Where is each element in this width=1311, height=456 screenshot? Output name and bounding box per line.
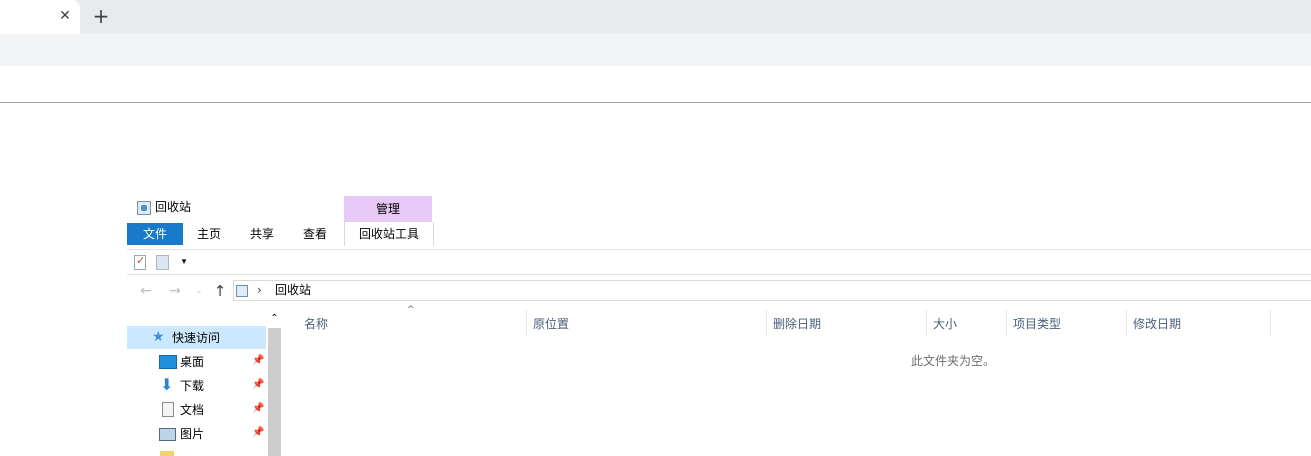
tab-view[interactable]: 查看 bbox=[294, 223, 336, 245]
column-divider[interactable] bbox=[1126, 310, 1127, 336]
sort-indicator-icon: ^ bbox=[407, 305, 415, 315]
column-header-original-location[interactable]: 原位置 bbox=[533, 316, 569, 332]
recycle-bin-icon bbox=[137, 201, 151, 215]
pin-icon[interactable]: 📌 bbox=[252, 379, 264, 390]
forward-button[interactable]: → bbox=[165, 282, 185, 300]
column-header-date-deleted[interactable]: 删除日期 bbox=[773, 316, 821, 332]
divider bbox=[127, 274, 1311, 275]
column-divider[interactable] bbox=[926, 310, 927, 336]
browser-toolbar bbox=[0, 34, 1311, 66]
tab-file[interactable]: 文件 bbox=[127, 223, 183, 245]
sidebar-item-label: 快速访问 bbox=[172, 331, 221, 345]
breadcrumb[interactable]: 回收站 bbox=[275, 282, 311, 299]
pin-icon[interactable]: 📌 bbox=[252, 403, 264, 414]
divider bbox=[127, 249, 1311, 250]
sidebar-item-documents[interactable]: 文档 bbox=[180, 402, 204, 418]
star-icon: ★ bbox=[152, 329, 165, 345]
column-header-name[interactable]: 名称 bbox=[304, 316, 328, 332]
breadcrumb-separator[interactable]: › bbox=[257, 282, 262, 299]
up-button[interactable]: ↑ bbox=[210, 282, 230, 300]
tab-home[interactable]: 主页 bbox=[188, 223, 230, 245]
column-divider[interactable] bbox=[766, 310, 767, 336]
column-divider[interactable] bbox=[526, 310, 527, 336]
desktop-icon bbox=[159, 355, 177, 369]
back-button[interactable]: ← bbox=[136, 282, 156, 300]
pin-icon[interactable]: 📌 bbox=[252, 355, 264, 366]
recycle-bin-icon bbox=[236, 285, 248, 297]
sidebar-item-pictures[interactable]: 图片 bbox=[180, 426, 204, 442]
contextual-tab-manage: 管理 bbox=[344, 196, 432, 222]
sidebar-item-downloads[interactable]: 下载 bbox=[180, 378, 204, 394]
download-icon: ⬇ bbox=[160, 375, 174, 394]
address-bar[interactable] bbox=[233, 280, 1311, 301]
customize-toolbar-dropdown[interactable]: ▾ bbox=[178, 254, 190, 270]
recent-locations-button[interactable]: ⌄ bbox=[192, 282, 206, 300]
pin-icon[interactable]: 📌 bbox=[252, 427, 264, 438]
tab-share[interactable]: 共享 bbox=[240, 223, 284, 245]
column-header-date-modified[interactable]: 修改日期 bbox=[1133, 316, 1181, 332]
column-divider[interactable] bbox=[1270, 310, 1271, 336]
empty-folder-message: 此文件夹为空。 bbox=[911, 354, 996, 368]
column-header-size[interactable]: 大小 bbox=[933, 316, 957, 332]
new-tab-button[interactable]: + bbox=[90, 5, 112, 27]
tab-recycle-bin-tools[interactable]: 回收站工具 bbox=[344, 222, 434, 246]
sidebar-item-desktop[interactable]: 桌面 bbox=[180, 354, 204, 370]
document-icon bbox=[162, 402, 174, 417]
new-folder-icon[interactable] bbox=[156, 255, 169, 270]
window-title: 回收站 bbox=[155, 200, 192, 214]
column-header-item-type[interactable]: 项目类型 bbox=[1013, 316, 1061, 332]
browser-tab-strip bbox=[0, 0, 1311, 34]
picture-icon bbox=[159, 428, 176, 441]
column-divider[interactable] bbox=[1006, 310, 1007, 336]
tab-close-icon[interactable]: ✕ bbox=[56, 6, 74, 26]
folder-icon bbox=[160, 451, 174, 456]
scrollbar-thumb[interactable] bbox=[268, 328, 281, 456]
scroll-up-button[interactable]: ⌃ bbox=[266, 310, 283, 327]
divider bbox=[0, 102, 1311, 103]
properties-icon[interactable] bbox=[134, 254, 146, 270]
